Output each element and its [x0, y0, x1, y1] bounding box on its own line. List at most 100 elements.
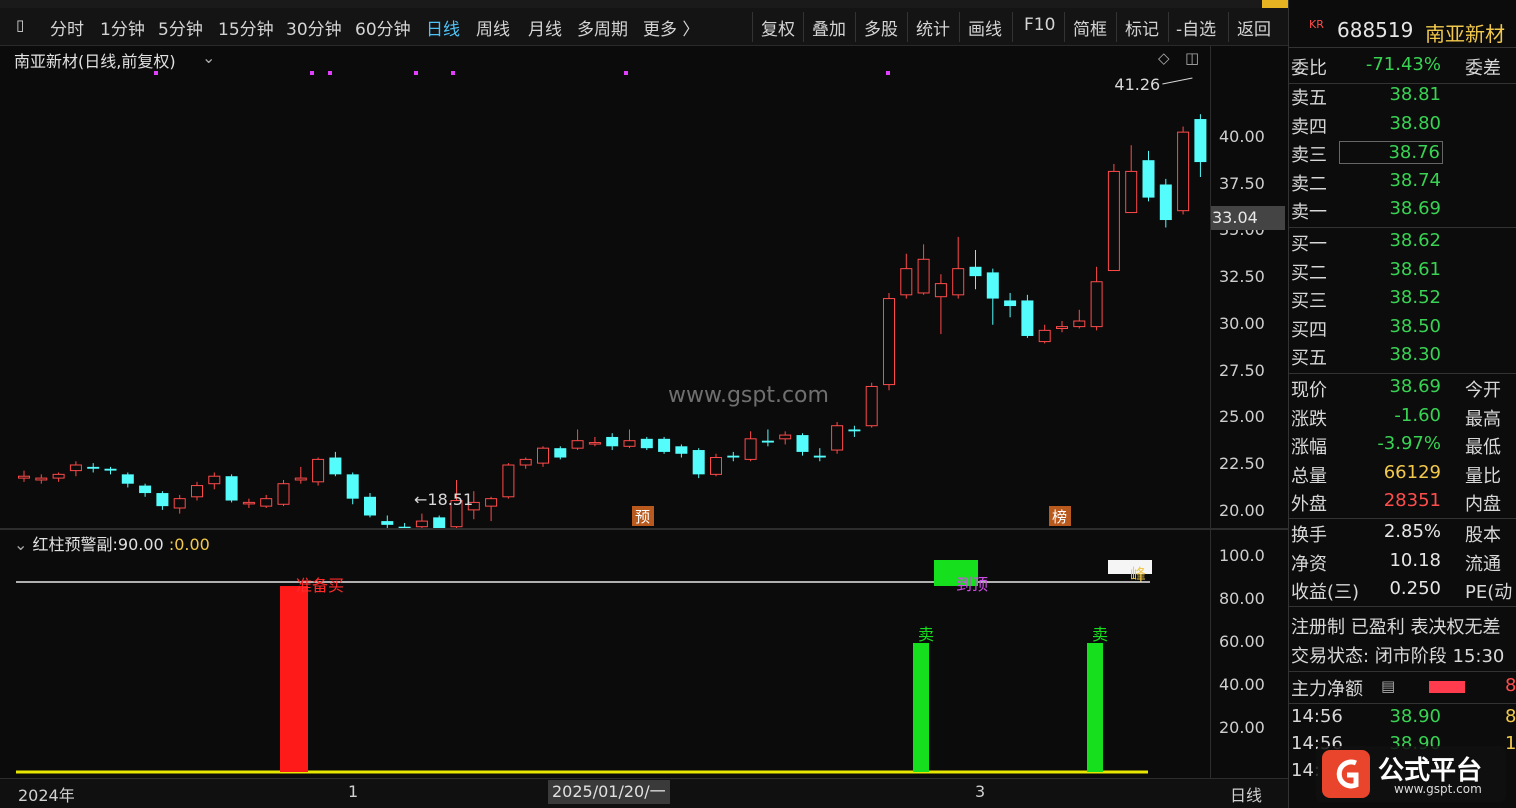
bid-level[interactable]: 买二 38.61	[1289, 259, 1516, 287]
info-row-1: 注册制 已盈利 表决权无差	[1289, 613, 1516, 641]
f10-button[interactable]: F10	[1024, 15, 1055, 35]
quote-row-label: 外盘	[1291, 494, 1327, 515]
ask-level[interactable]: 卖二 38.74	[1289, 170, 1516, 198]
quote-row-extra-label: 最高	[1465, 408, 1501, 430]
quote-row-label: 总量	[1291, 465, 1327, 487]
quote-row[interactable]: 涨跌 -1.60 最高	[1289, 405, 1516, 433]
candle-down	[346, 474, 359, 499]
candle-down	[727, 455, 740, 458]
diamond-icon[interactable]: ◇	[1158, 49, 1170, 67]
ask-level-label: 卖三	[1291, 145, 1327, 166]
weicha-label: 委差	[1465, 58, 1501, 79]
quote-row-label: 涨跌	[1291, 408, 1327, 430]
multi-stock-button[interactable]: 多股	[864, 15, 898, 40]
overlay-button[interactable]: 叠加	[812, 15, 846, 40]
indicator-title: ⌄ 红柱预警副:90.00 :0.00	[14, 531, 210, 555]
top-label: 到顶	[956, 575, 988, 594]
info-row-2: 交易状态: 闭市阶段 15:30	[1289, 642, 1516, 670]
bid-level[interactable]: 买一 38.62	[1289, 230, 1516, 258]
candle-up	[208, 475, 221, 485]
candle-down	[104, 468, 117, 471]
ask-level-label: 卖二	[1291, 173, 1327, 195]
ask-level[interactable]: 卖五 38.81	[1289, 84, 1516, 112]
divider	[1289, 373, 1516, 374]
green-bar	[1087, 643, 1103, 772]
back-button[interactable]: 返回	[1237, 15, 1271, 40]
tab-more[interactable]: 更多 〉	[643, 15, 699, 40]
quote-row[interactable]: 涨幅 -3.97% 最低	[1289, 433, 1516, 461]
indicator-panel[interactable]: 准备买卖 卖 到顶 峰 ⌄ 红柱预警副:90.00 :0.00	[10, 530, 1210, 778]
price-tick-label: 32.50	[1219, 267, 1265, 286]
bid-level[interactable]: 买三 38.52	[1289, 287, 1516, 315]
candle-up	[1038, 329, 1051, 343]
tab-1min[interactable]: 1分钟	[100, 15, 145, 40]
layout-toggle-icon[interactable]: ▯	[16, 16, 24, 34]
stock-code: 688519	[1337, 18, 1414, 42]
candle-up	[1073, 320, 1086, 328]
bid-level-label: 买三	[1291, 291, 1327, 312]
quote-row[interactable]: 总量 66129 量比	[1289, 462, 1516, 490]
ask-level[interactable]: 卖四 38.80	[1289, 113, 1516, 141]
stat-row[interactable]: 收益(三) 0.250 PE(动	[1289, 578, 1516, 606]
indicator-axis: 100.0 80.00 60.00 40.00 20.00	[1210, 530, 1286, 778]
quote-row-extra-label: 内盘	[1465, 494, 1501, 515]
candle-up	[52, 473, 65, 479]
candle-down	[761, 440, 774, 443]
chevron-down-icon[interactable]: ⌄	[202, 48, 215, 67]
signal-dot	[886, 71, 890, 75]
tick-price: 38.90	[1389, 706, 1441, 727]
candle-up	[537, 447, 549, 464]
candle-up	[173, 498, 186, 509]
tab-5min[interactable]: 5分钟	[158, 15, 203, 40]
watchlist-remove-button[interactable]: -自选	[1176, 15, 1216, 40]
chevron-down-icon[interactable]: ⌄	[14, 535, 27, 554]
listing-info: 注册制 已盈利 表决权无差	[1291, 617, 1501, 638]
candle-up	[1107, 170, 1120, 272]
candle-up	[588, 442, 601, 445]
bid-level[interactable]: 买四 38.50	[1289, 316, 1516, 344]
market-badge: KR	[1309, 18, 1324, 31]
candle-up	[831, 425, 844, 451]
simple-frame-button[interactable]: 简框	[1073, 15, 1107, 40]
high-arrow	[1162, 77, 1193, 85]
quote-row[interactable]: 外盘 28351 内盘	[1289, 490, 1516, 518]
indicator-value-2: 0.00	[174, 535, 210, 554]
ask-level[interactable]: 卖一 38.69	[1289, 198, 1516, 226]
date-cursor-label: 2025/01/20/一	[548, 780, 670, 804]
stat-row[interactable]: 换手 2.85% 股本	[1289, 521, 1516, 549]
ranking-marker-text: 榜	[1052, 508, 1067, 526]
panel-toggle-icon[interactable]: ◫	[1185, 49, 1199, 67]
statistics-button[interactable]: 统计	[916, 15, 950, 40]
ask-level[interactable]: 卖三 38.76	[1289, 141, 1516, 169]
tab-multi-period[interactable]: 多周期	[577, 15, 628, 40]
price-tick-label: 27.50	[1219, 360, 1265, 380]
draw-line-button[interactable]: 画线	[968, 15, 1002, 40]
bid-level[interactable]: 买五 38.30	[1289, 344, 1516, 372]
mark-button[interactable]: 标记	[1125, 15, 1159, 40]
fuquan-button[interactable]: 复权	[761, 15, 795, 40]
tab-15min[interactable]: 15分钟	[218, 15, 274, 40]
bid-level-value: 38.62	[1389, 230, 1441, 251]
tab-daily[interactable]: 日线	[426, 15, 460, 40]
main-net-label: 主力净额	[1291, 679, 1363, 700]
low-price-label: ←18.51	[414, 490, 473, 509]
indicator-tick-label: 40.00	[1219, 675, 1265, 694]
tab-30min[interactable]: 30分钟	[286, 15, 342, 40]
tab-60min[interactable]: 60分钟	[355, 15, 411, 40]
quote-row[interactable]: 现价 38.69 今开	[1289, 376, 1516, 404]
tab-monthly[interactable]: 月线	[528, 15, 562, 40]
detail-icon[interactable]: ▤	[1381, 677, 1395, 695]
stat-row[interactable]: 净资 10.18 流通	[1289, 550, 1516, 578]
ask-level-label: 卖一	[1291, 202, 1327, 223]
chart-title: 南亚新材(日线,前复权)	[14, 52, 176, 71]
kline-chart[interactable]: 41.26 ←18.51 预 榜 www.gspt.com 南亚新材(日线,前复权) ⌄…	[10, 46, 1210, 528]
stat-row-extra-label: PE(动	[1465, 582, 1513, 603]
candle-up	[519, 458, 532, 466]
bid-level-value: 38.30	[1389, 344, 1441, 365]
stat-row-value: 2.85%	[1383, 521, 1441, 542]
sell-label: 卖	[918, 625, 934, 644]
tab-weekly[interactable]: 周线	[476, 15, 510, 40]
candle-up	[883, 298, 895, 386]
tab-fenshi[interactable]: 分时	[50, 15, 84, 40]
period-label[interactable]: 日线	[1230, 782, 1262, 806]
